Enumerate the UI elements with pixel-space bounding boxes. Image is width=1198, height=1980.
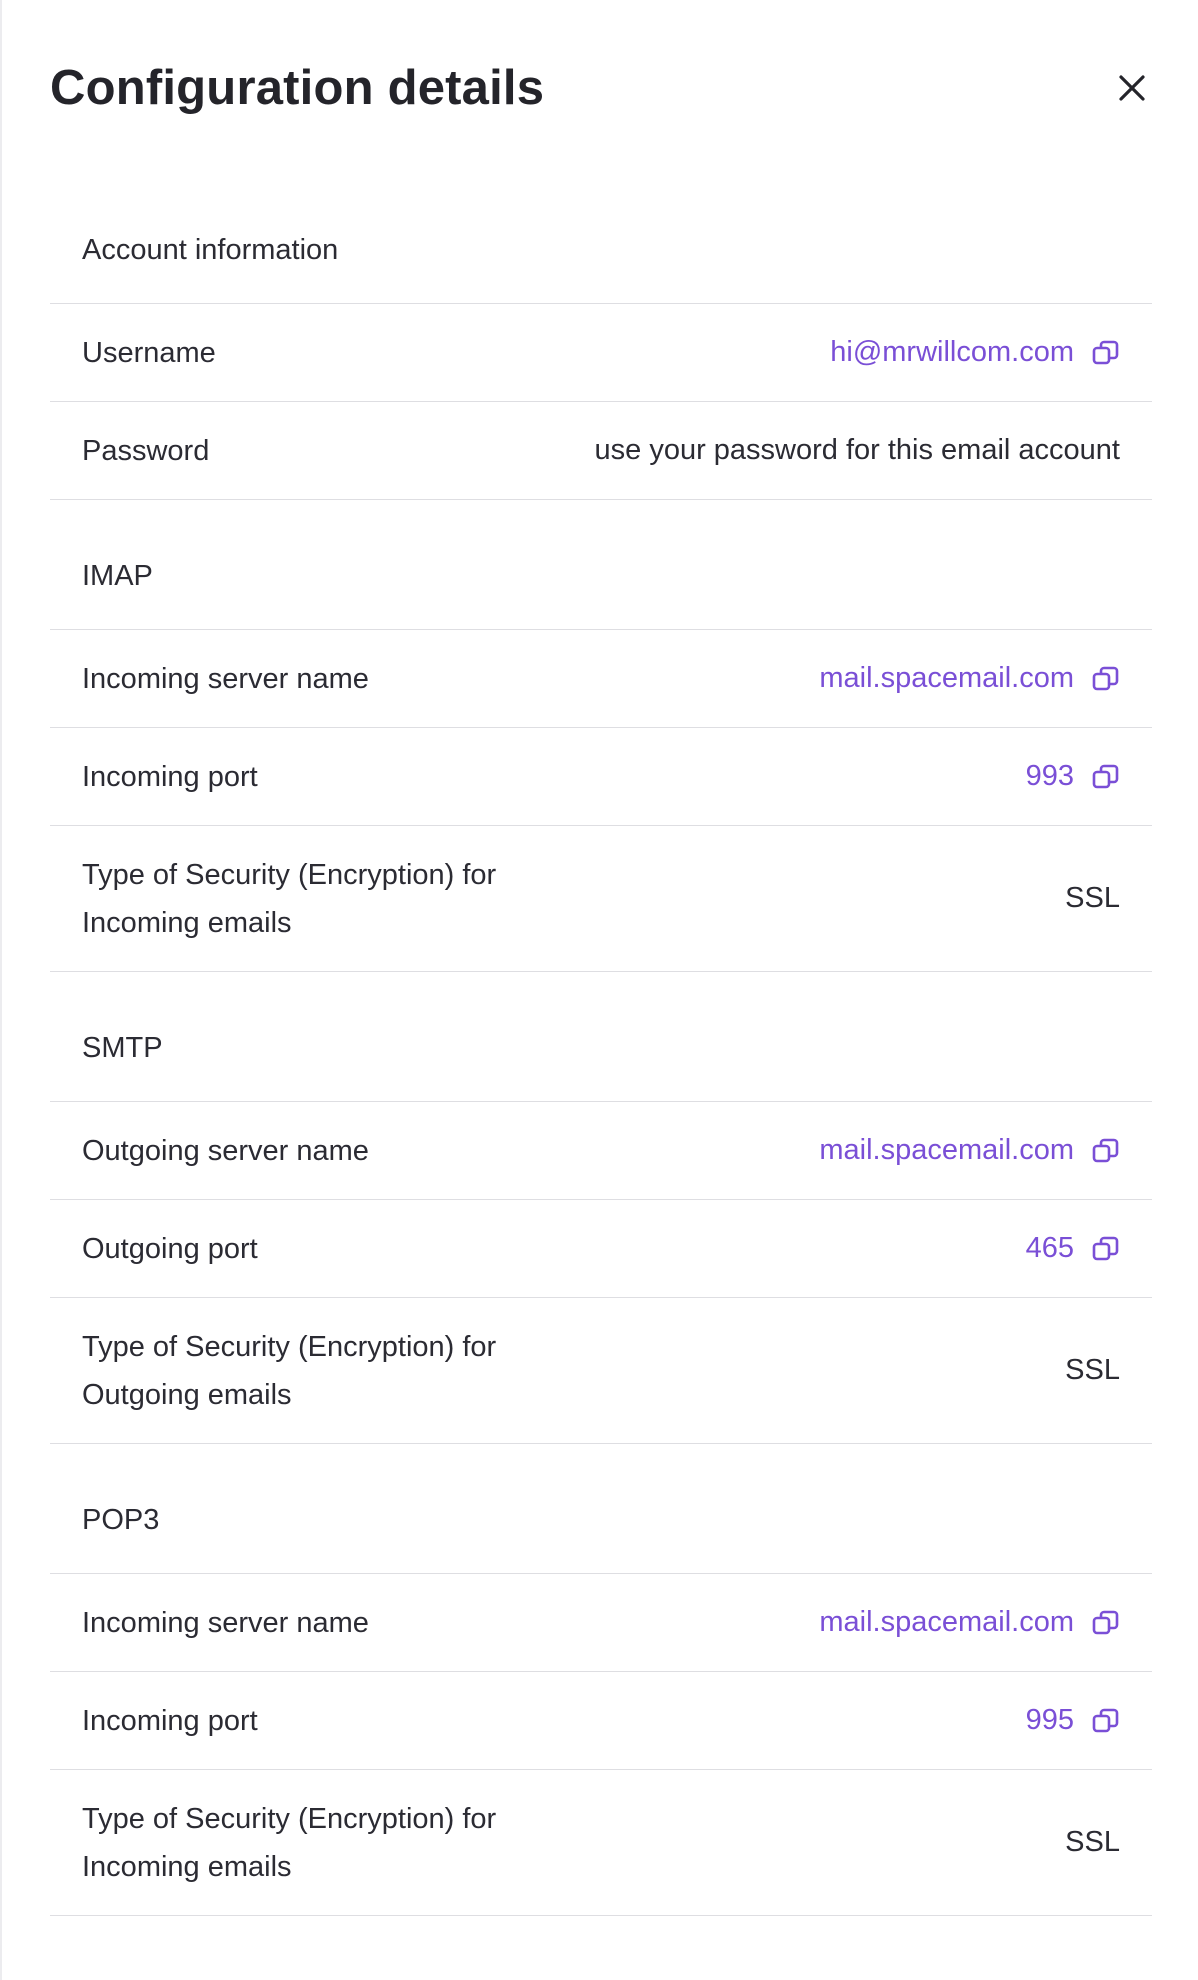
imap-port-value[interactable]: 993 — [1026, 760, 1074, 793]
close-icon — [1119, 75, 1145, 101]
pop3-server-value[interactable]: mail.spacemail.com — [819, 1606, 1074, 1639]
section-pop3: POP3 — [50, 1444, 1152, 1574]
password-label: Password — [82, 434, 210, 467]
imap-server-label: Incoming server name — [82, 662, 369, 695]
password-row: Password use your password for this emai… — [50, 402, 1152, 500]
pop3-port-value[interactable]: 995 — [1026, 1704, 1074, 1737]
imap-port-row: Incoming port 993 — [50, 728, 1152, 826]
configuration-details-panel: Configuration details Account informatio… — [0, 0, 1198, 1980]
configuration-content: Account information Username hi@mrwillco… — [50, 198, 1152, 1916]
smtp-port-label: Outgoing port — [82, 1232, 258, 1265]
username-row: Username hi@mrwillcom.com — [50, 304, 1152, 402]
copy-pop3-server-button[interactable] — [1092, 1609, 1120, 1637]
smtp-port-row: Outgoing port 465 — [50, 1200, 1152, 1298]
imap-server-row: Incoming server name mail.spacemail.com — [50, 630, 1152, 728]
smtp-server-label: Outgoing server name — [82, 1134, 369, 1167]
username-value-group: hi@mrwillcom.com — [830, 336, 1120, 369]
pop3-server-value-group: mail.spacemail.com — [819, 1606, 1120, 1639]
copy-icon — [1092, 1708, 1119, 1732]
copy-icon — [1092, 1236, 1119, 1260]
pop3-security-row: Type of Security (Encryption) for Incomi… — [50, 1770, 1152, 1916]
imap-security-row: Type of Security (Encryption) for Incomi… — [50, 826, 1152, 972]
smtp-security-value: SSL — [1065, 1354, 1120, 1386]
panel-header: Configuration details — [50, 56, 1150, 120]
smtp-server-row: Outgoing server name mail.spacemail.com — [50, 1102, 1152, 1200]
smtp-server-value-group: mail.spacemail.com — [819, 1134, 1120, 1167]
imap-security-value: SSL — [1065, 882, 1120, 914]
copy-username-button[interactable] — [1092, 339, 1120, 367]
imap-port-label: Incoming port — [82, 760, 258, 793]
copy-icon — [1092, 1138, 1119, 1162]
copy-icon — [1092, 1610, 1119, 1634]
username-label: Username — [82, 336, 216, 369]
panel-title: Configuration details — [50, 61, 545, 115]
smtp-port-value[interactable]: 465 — [1026, 1232, 1074, 1265]
pop3-security-value: SSL — [1065, 1826, 1120, 1858]
imap-server-value-group: mail.spacemail.com — [819, 662, 1120, 695]
section-account-information: Account information — [50, 198, 1152, 304]
pop3-security-label: Type of Security (Encryption) for Incomi… — [82, 1802, 497, 1883]
section-smtp: SMTP — [50, 972, 1152, 1102]
copy-imap-port-button[interactable] — [1092, 763, 1120, 791]
username-value[interactable]: hi@mrwillcom.com — [830, 336, 1074, 369]
smtp-port-value-group: 465 — [1026, 1232, 1120, 1265]
copy-icon — [1092, 764, 1119, 788]
copy-icon — [1092, 666, 1119, 690]
imap-server-value[interactable]: mail.spacemail.com — [819, 662, 1074, 695]
smtp-security-label: Type of Security (Encryption) for Outgoi… — [82, 1330, 497, 1411]
section-imap: IMAP — [50, 500, 1152, 630]
smtp-security-row: Type of Security (Encryption) for Outgoi… — [50, 1298, 1152, 1444]
pop3-port-row: Incoming port 995 — [50, 1672, 1152, 1770]
copy-smtp-server-button[interactable] — [1092, 1137, 1120, 1165]
copy-imap-server-button[interactable] — [1092, 665, 1120, 693]
close-button[interactable] — [1108, 64, 1156, 112]
pop3-port-label: Incoming port — [82, 1704, 258, 1737]
copy-smtp-port-button[interactable] — [1092, 1235, 1120, 1263]
smtp-server-value[interactable]: mail.spacemail.com — [819, 1134, 1074, 1167]
pop3-server-row: Incoming server name mail.spacemail.com — [50, 1574, 1152, 1672]
pop3-server-label: Incoming server name — [82, 1606, 369, 1639]
imap-security-label: Type of Security (Encryption) for Incomi… — [82, 858, 497, 939]
password-value: use your password for this email account — [594, 434, 1120, 466]
pop3-port-value-group: 995 — [1026, 1704, 1120, 1737]
copy-icon — [1092, 340, 1119, 364]
imap-port-value-group: 993 — [1026, 760, 1120, 793]
copy-pop3-port-button[interactable] — [1092, 1707, 1120, 1735]
